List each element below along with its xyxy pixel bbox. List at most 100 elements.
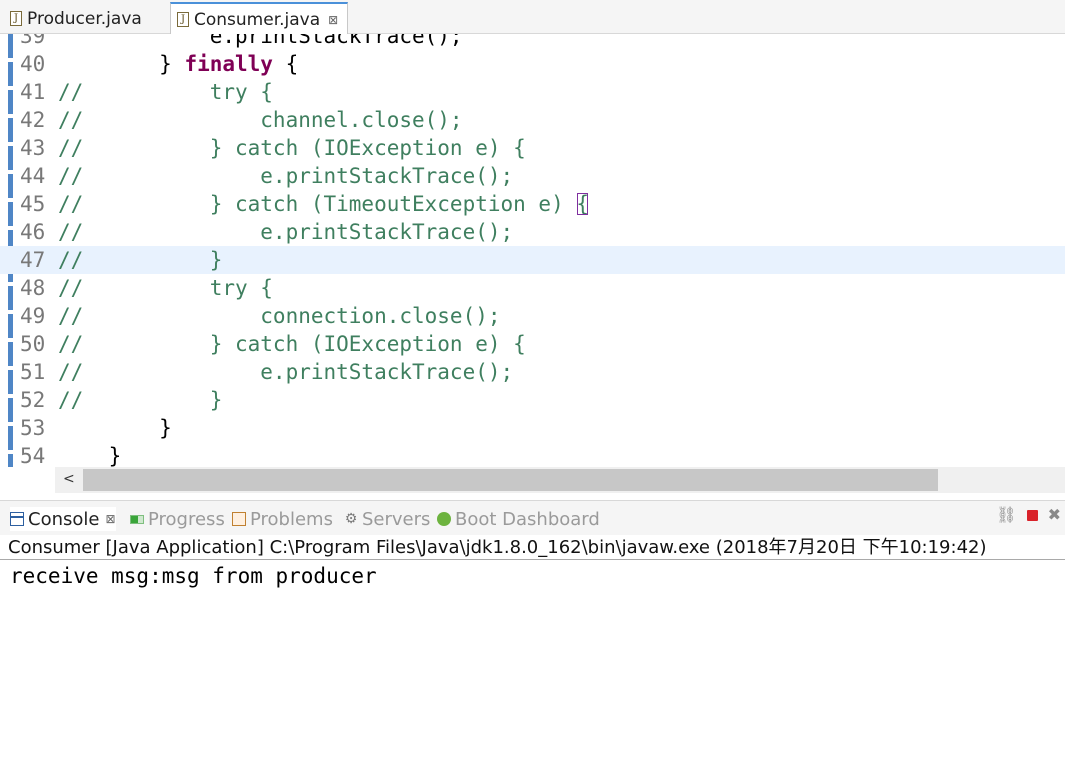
comment-token: // e.printStackTrace(); [58,164,514,188]
close-tab-icon[interactable]: ⊠ [105,512,115,526]
code-token: { [272,52,299,76]
editor-tab-bar: J Producer.java J Consumer.java ⊠ [0,0,1065,35]
line-number: 39 [20,34,46,48]
java-file-icon: J [177,12,189,27]
comment-token: // } catch (TimeoutException e) [58,192,577,216]
code-text: // e.printStackTrace(); [58,358,513,386]
comment-token: // } catch (IOException e) { [58,332,526,356]
code-text: // connection.close(); [58,302,501,330]
code-text: // try { [58,274,273,302]
tab-label: Boot Dashboard [455,508,600,530]
scroll-left-arrow-icon[interactable]: < [63,471,75,487]
line-number: 53 [20,416,46,440]
problems-icon [232,512,246,526]
code-text: // } catch (IOException e) { [58,134,526,162]
code-text: } finally { [58,50,298,78]
code-line[interactable]: 54 } [0,442,1065,467]
code-text: // } catch (IOException e) { [58,330,526,358]
code-text: // } catch (TimeoutException e) { [58,190,589,218]
tab-label: Consumer.java [194,9,321,30]
view-actions: ⛓ ✖ [996,505,1061,524]
tab-console[interactable]: Console ⊠ [10,507,116,531]
code-text: // e.printStackTrace(); [58,162,513,190]
code-line[interactable]: 53 } [0,414,1065,442]
code-line[interactable]: 49 // connection.close(); [0,302,1065,330]
tab-label: Console [28,508,100,530]
terminate-icon[interactable] [1026,510,1038,521]
java-file-icon: J [10,11,22,26]
code-line[interactable]: 51 // e.printStackTrace(); [0,358,1065,386]
line-number: 41 [20,80,46,104]
progress-icon [130,514,144,524]
keyword-token: finally [184,52,273,76]
code-text: } [58,414,172,442]
close-tab-icon[interactable]: ⊠ [328,13,338,27]
code-token: } [58,52,185,76]
tab-producer-java[interactable]: J Producer.java [10,3,142,34]
code-token: } [58,444,122,467]
tab-boot-dashboard[interactable]: Boot Dashboard [437,507,600,531]
line-number: 48 [20,276,46,300]
line-number: 50 [20,332,46,356]
line-number: 46 [20,220,46,244]
tab-label: Progress [148,508,225,530]
code-line[interactable]: 48 // try { [0,274,1065,302]
code-line[interactable]: 40 } finally { [0,50,1065,78]
line-number: 44 [20,164,46,188]
console-launch-header: Consumer [Java Application] C:\Program F… [0,535,1065,560]
line-number: 42 [20,108,46,132]
servers-icon: ⚙ [344,511,358,527]
line-number: 47 [20,248,46,272]
code-token: } [58,416,172,440]
line-number: 54 [20,444,46,467]
tab-consumer-java[interactable]: J Consumer.java ⊠ [170,2,348,35]
code-line[interactable]: 42 // channel.close(); [0,106,1065,134]
comment-token: // } [58,388,223,412]
comment-token: { [576,192,590,216]
comment-token: // } [58,248,223,272]
boot-dashboard-icon [437,512,451,526]
code-text: // } [58,246,222,274]
tab-servers[interactable]: ⚙ Servers [344,507,431,531]
comment-token: // e.printStackTrace(); [58,360,514,384]
comment-token: // try { [58,276,273,300]
console-output-line: receive msg:msg from producer [10,564,377,588]
code-text: // } [58,386,222,414]
code-line[interactable]: 46 // e.printStackTrace(); [0,218,1065,246]
code-line[interactable]: 39 e.printStackTrace(); [0,34,1065,50]
tab-label: Producer.java [27,8,142,29]
code-text: // e.printStackTrace(); [58,218,513,246]
code-line[interactable]: 47 // } [0,246,1065,274]
comment-token: // try { [58,80,273,104]
line-number: 52 [20,388,46,412]
tab-problems[interactable]: Problems [232,507,333,531]
tab-label: Problems [250,508,333,530]
code-text: // channel.close(); [58,106,463,134]
line-number: 43 [20,136,46,160]
line-number: 40 [20,52,46,76]
code-text: e.printStackTrace(); [58,34,463,50]
remove-launch-icon[interactable]: ✖ [1048,505,1061,524]
comment-token: // channel.close(); [58,108,463,132]
code-line[interactable]: 45 // } catch (TimeoutException e) { [0,190,1065,218]
code-line[interactable]: 41 // try { [0,78,1065,106]
line-number: 49 [20,304,46,328]
tab-progress[interactable]: Progress [130,507,225,531]
console-output-area[interactable]: receive msg:msg from producer [0,561,1065,778]
comment-token: // e.printStackTrace(); [58,220,514,244]
scrollbar-thumb[interactable] [83,469,938,491]
tab-label: Servers [362,508,431,530]
horizontal-scrollbar[interactable]: < [55,467,1065,493]
code-line[interactable]: 50 // } catch (IOException e) { [0,330,1065,358]
code-line[interactable]: 43 // } catch (IOException e) { [0,134,1065,162]
line-number: 45 [20,192,46,216]
code-line[interactable]: 44 // e.printStackTrace(); [0,162,1065,190]
comment-token: // connection.close(); [58,304,501,328]
code-line[interactable]: 52 // } [0,386,1065,414]
console-icon [10,512,24,526]
code-editor[interactable]: 39 e.printStackTrace(); 40 } finally {41/… [0,34,1065,467]
code-text: } [58,442,122,467]
comment-token: // } catch (IOException e) { [58,136,526,160]
link-icon[interactable]: ⛓ [996,505,1016,524]
line-number: 51 [20,360,46,384]
